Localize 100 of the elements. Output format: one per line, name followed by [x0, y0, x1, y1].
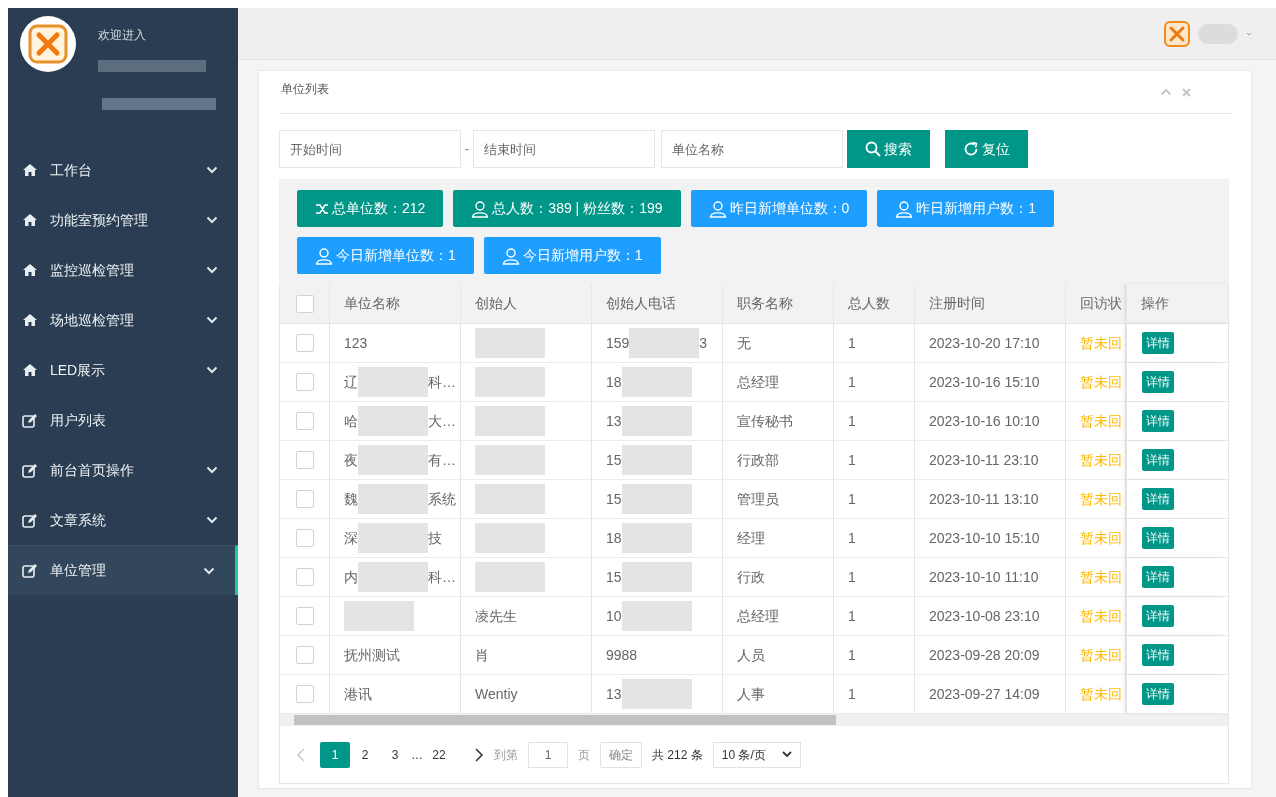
app-logo-icon[interactable] — [1164, 20, 1190, 47]
creator-name: 凌先生 — [475, 606, 517, 626]
details-button[interactable]: 详情 — [1142, 644, 1174, 666]
company-name: 科… — [428, 372, 456, 392]
register-time: 2023-10-16 10:10 — [929, 411, 1040, 431]
details-button[interactable]: 详情 — [1142, 410, 1174, 432]
sidebar-item[interactable]: 单位管理 — [8, 545, 238, 595]
register-time: 2023-10-10 11:10 — [929, 567, 1039, 587]
filter-field[interactable]: 结束时间 — [473, 130, 655, 168]
details-button[interactable]: 详情 — [1142, 332, 1174, 354]
column-header: 创始人 — [461, 284, 592, 322]
company-name: 魏 — [344, 489, 358, 509]
page-button[interactable]: 22 — [424, 741, 454, 768]
reset-button[interactable]: 复位 — [945, 130, 1028, 168]
row-checkbox[interactable] — [295, 412, 314, 430]
phone-number: 15 — [606, 567, 622, 587]
stat-badge: 总人数：389 | 粉丝数：199 — [453, 190, 681, 227]
creator-name: 肖 — [475, 645, 489, 665]
member-count: 1 — [848, 528, 856, 548]
company-name: 深 — [344, 528, 358, 548]
phone-number: 15 — [606, 450, 622, 470]
page-number-field[interactable]: 1 — [528, 741, 568, 768]
close-icon[interactable] — [1182, 87, 1191, 97]
row-checkbox[interactable] — [295, 529, 314, 547]
job-title: 无 — [737, 333, 751, 353]
user-icon — [501, 246, 520, 265]
sidebar-item[interactable]: 功能室预约管理 — [8, 195, 238, 245]
details-button[interactable]: 详情 — [1142, 488, 1174, 510]
register-time: 2023-09-27 14:09 — [929, 684, 1040, 704]
filter-field[interactable]: 开始时间 — [279, 130, 461, 168]
total-count: 共 212 条 — [652, 746, 703, 764]
chevron-down-icon — [206, 266, 218, 274]
row-checkbox[interactable] — [295, 568, 314, 586]
page-button[interactable]: 3 — [380, 741, 410, 768]
visit-status: 暂未回 — [1080, 567, 1122, 587]
member-count: 1 — [848, 606, 856, 626]
user-icon — [708, 199, 727, 218]
row-checkbox[interactable] — [295, 490, 314, 508]
row-checkbox[interactable] — [295, 685, 314, 703]
caret-icon[interactable] — [1246, 30, 1252, 37]
phone-number: 13 — [606, 684, 622, 704]
edit-icon — [22, 563, 38, 578]
stat-badge: 昨日新增用户数：1 — [877, 190, 1055, 227]
visit-status: 暂未回 — [1080, 333, 1122, 353]
phone-number: 18 — [606, 528, 622, 548]
sidebar-item[interactable]: 场地巡检管理 — [8, 295, 238, 345]
visit-status: 暂未回 — [1080, 489, 1122, 509]
column-header: 回访状 — [1066, 284, 1126, 322]
page-button[interactable]: 2 — [350, 741, 380, 768]
details-button[interactable]: 详情 — [1142, 449, 1174, 471]
job-title: 宣传秘书 — [737, 411, 793, 431]
details-button[interactable]: 详情 — [1142, 527, 1174, 549]
details-button[interactable]: 详情 — [1142, 683, 1174, 705]
details-button[interactable]: 详情 — [1142, 371, 1174, 393]
phone-number: 15 — [606, 489, 622, 509]
house-icon — [22, 263, 38, 277]
sidebar-item[interactable]: 文章系统 — [8, 495, 238, 545]
horizontal-scrollbar[interactable] — [280, 714, 1228, 726]
select-all-checkbox[interactable] — [295, 294, 314, 313]
sidebar-item[interactable]: LED展示 — [8, 345, 238, 395]
sidebar-item[interactable]: 监控巡检管理 — [8, 245, 238, 295]
phone-number: 18 — [606, 372, 622, 392]
house-icon — [22, 213, 38, 227]
shuffle-icon — [315, 201, 329, 216]
company-name: 大… — [428, 411, 456, 431]
company-name: 夜 — [344, 450, 358, 470]
confirm-button[interactable]: 确定 — [600, 741, 642, 768]
goto-label: 到第 — [494, 746, 518, 764]
page-button[interactable]: 1 — [320, 741, 350, 768]
page-size-select[interactable]: 10 条/页 — [712, 741, 801, 768]
collapse-icon[interactable] — [1160, 87, 1172, 96]
details-button[interactable]: 详情 — [1142, 566, 1174, 588]
sidebar-item[interactable]: 用户列表 — [8, 395, 238, 445]
row-checkbox[interactable] — [295, 373, 314, 391]
stat-badge: 总单位数：212 — [297, 190, 444, 227]
register-time: 2023-10-11 23:10 — [929, 450, 1039, 470]
row-checkbox[interactable] — [295, 646, 314, 664]
stat-badge: 今日新增用户数：1 — [483, 237, 661, 274]
next-page-icon[interactable] — [474, 747, 484, 762]
previous-page-icon[interactable] — [296, 747, 306, 762]
house-icon — [22, 313, 38, 327]
filter-field[interactable]: 单位名称 — [661, 130, 843, 168]
sidebar-item[interactable]: 工作台 — [8, 145, 238, 195]
column-header: 创始人电话 — [592, 284, 723, 322]
visit-status: 暂未回 — [1080, 645, 1122, 665]
row-checkbox[interactable] — [295, 334, 314, 352]
visit-status: 暂未回 — [1080, 684, 1122, 704]
details-button[interactable]: 详情 — [1142, 605, 1174, 627]
company-name: 技 — [428, 528, 442, 548]
column-header: 操作 — [1126, 284, 1227, 322]
search-button[interactable]: 搜索 — [847, 130, 930, 168]
column-header: 单位名称 — [330, 284, 461, 322]
chevron-down-icon — [203, 566, 215, 575]
member-count: 1 — [848, 684, 856, 704]
sidebar-item[interactable]: 前台首页操作 — [8, 445, 238, 495]
job-title: 人员 — [737, 645, 765, 665]
logo-icon — [20, 16, 76, 72]
row-checkbox[interactable] — [295, 451, 314, 469]
row-checkbox[interactable] — [295, 607, 314, 625]
phone-number: 10 — [606, 606, 622, 626]
